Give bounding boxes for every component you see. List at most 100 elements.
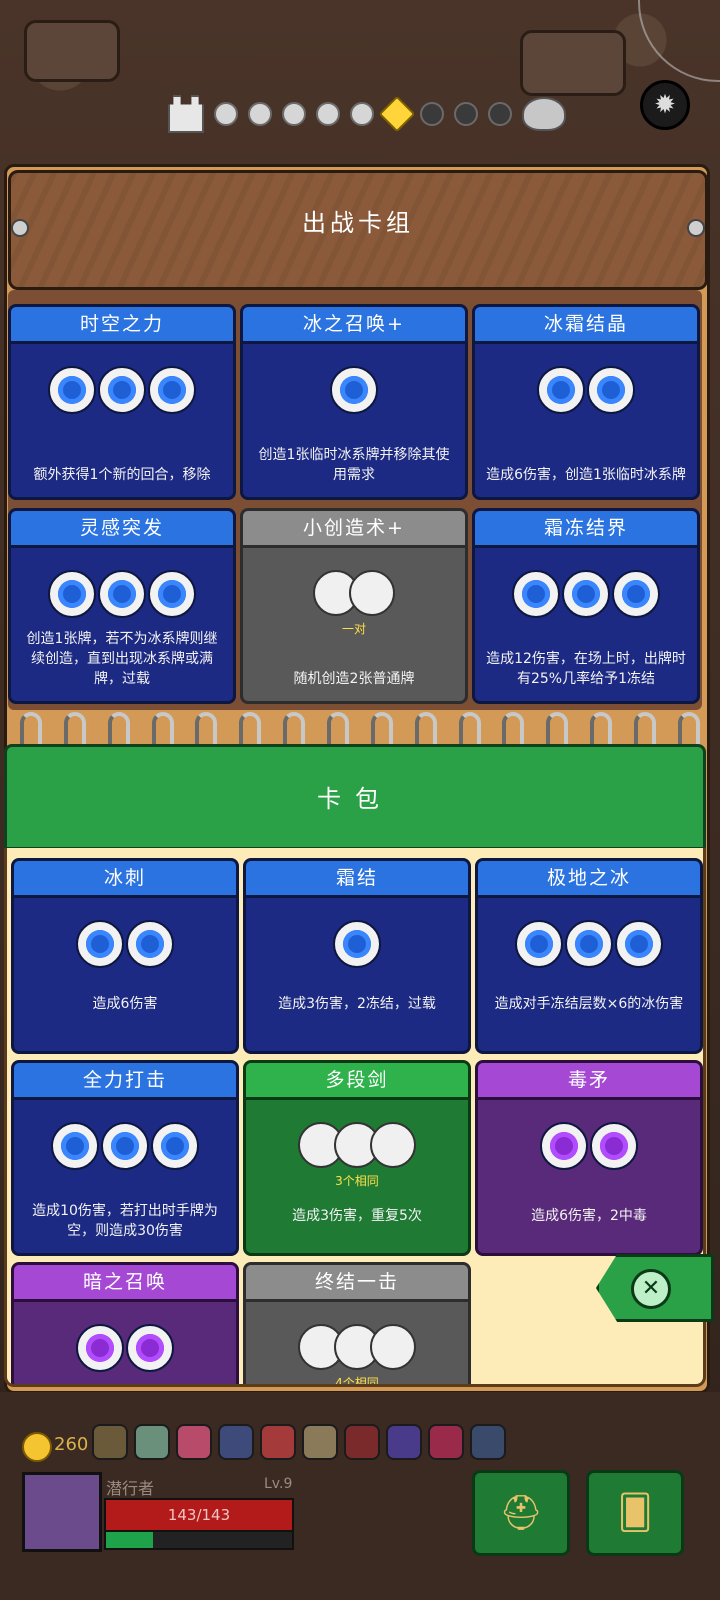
relic-icon[interactable] [470, 1424, 506, 1460]
deck-card[interactable]: 时空之力 额外获得1个新的回合，移除 [8, 304, 236, 500]
ice-orb-icon [537, 366, 585, 414]
card-name: 时空之力 [11, 307, 233, 344]
card-cost [478, 1122, 700, 1170]
equipment-button[interactable]: ⛑ [472, 1470, 570, 1556]
empty-slot-icon [349, 570, 395, 616]
relic-bar [92, 1424, 506, 1460]
deck-button[interactable]: 🂠 [586, 1470, 684, 1556]
player-name: 潜行者 [106, 1479, 155, 1498]
relic-icon[interactable] [260, 1424, 296, 1460]
map-node [316, 102, 340, 126]
card-description: 额外获得1个新的回合，移除 [33, 467, 211, 483]
relic-icon[interactable] [218, 1424, 254, 1460]
pack-card[interactable]: 毒矛 造成6伤害，2中毒 [475, 1060, 703, 1256]
card-description: 造成6伤害 [92, 996, 158, 1012]
ice-orb-icon [48, 570, 96, 618]
boss-icon [522, 97, 566, 131]
card-cost [475, 366, 697, 414]
deck-card[interactable]: 灵感突发 创造1张牌，若不为冰系牌则继续创造，直到出现冰系牌或满牌，过载 [8, 508, 236, 704]
card-cost [246, 920, 468, 968]
deck-card[interactable]: 冰之召唤+ 创造1张临时冰系牌并移除其使用需求 [240, 304, 468, 500]
ice-orb-icon [512, 570, 560, 618]
card-requirement: 一对 [341, 622, 366, 636]
poison-orb-icon [540, 1122, 588, 1170]
card-cost [11, 570, 233, 618]
xp-bar [104, 1530, 294, 1550]
pack-card[interactable]: 多段剑 3个相同 造成3伤害，重复5次 [243, 1060, 471, 1256]
pack-card[interactable]: 霜结 造成3伤害，2冻结，过载 [243, 858, 471, 1054]
deck-header: 出战卡组 [8, 170, 708, 290]
castle-icon [168, 95, 204, 133]
gold-count: 260 [54, 1434, 89, 1455]
card-description: 创造1张牌，若不为冰系牌则继续创造，直到出现冰系牌或满牌，过载 [26, 631, 218, 687]
card-cost [243, 570, 465, 616]
deck-card[interactable]: 冰霜结晶 造成6伤害，创造1张临时冰系牌 [472, 304, 700, 500]
relic-icon[interactable] [92, 1424, 128, 1460]
pack-card-grid: 冰刺 造成6伤害 霜结 造成3伤害，2冻结，过载 极地之冰 造成对手冻结层数×6… [4, 848, 706, 1387]
pack-card[interactable]: 全力打击 造成10伤害，若打出时手牌为空，则造成30伤害 [11, 1060, 239, 1256]
ice-orb-icon [48, 366, 96, 414]
pack-card[interactable]: 暗之召唤 [11, 1262, 239, 1384]
card-description: 造成6伤害，2中毒 [531, 1208, 647, 1224]
pack-header: 卡包 [4, 744, 706, 850]
player-level: Lv.9 [264, 1476, 293, 1492]
card-name: 极地之冰 [478, 861, 700, 898]
relic-icon[interactable] [386, 1424, 422, 1460]
xp-fill [106, 1532, 153, 1548]
map-node [488, 102, 512, 126]
card-cost [14, 920, 236, 968]
ice-orb-icon [515, 920, 563, 968]
map-node [454, 102, 478, 126]
helmet-icon: ⛑ [499, 1493, 543, 1533]
card-name: 霜结 [246, 861, 468, 898]
card-description: 创造1张临时冰系牌并移除其使用需求 [258, 447, 450, 483]
relic-icon[interactable] [428, 1424, 464, 1460]
coin-icon [22, 1432, 52, 1462]
card-name: 霜冻结界 [475, 511, 697, 548]
ice-orb-icon [151, 1122, 199, 1170]
pack-card[interactable]: 极地之冰 造成对手冻结层数×6的冰伤害 [475, 858, 703, 1054]
deck-card[interactable]: 霜冻结界 造成12伤害，在场上时，出牌时有25%几率给予1冻结 [472, 508, 700, 704]
deck-title: 出战卡组 [302, 209, 414, 237]
card-requirement: 3个相同 [335, 1174, 379, 1188]
map-node [282, 102, 306, 126]
empty-slot-icon [370, 1122, 416, 1168]
avatar[interactable] [22, 1472, 102, 1552]
map-node [420, 102, 444, 126]
poison-orb-icon [126, 1324, 174, 1372]
ice-orb-icon [612, 570, 660, 618]
card-name: 冰刺 [14, 861, 236, 898]
deck-card[interactable]: 小创造术+ 一对 随机创造2张普通牌 [240, 508, 468, 704]
map-node [248, 102, 272, 126]
relic-icon[interactable] [134, 1424, 170, 1460]
pack-card[interactable]: 冰刺 造成6伤害 [11, 858, 239, 1054]
card-cost [475, 570, 697, 618]
relic-icon[interactable] [176, 1424, 212, 1460]
pack-card[interactable]: 终结一击 4个相同 [243, 1262, 471, 1384]
card-name: 冰霜结晶 [475, 307, 697, 344]
ice-orb-icon [98, 366, 146, 414]
ice-orb-icon [51, 1122, 99, 1170]
relic-icon[interactable] [302, 1424, 338, 1460]
card-name: 暗之召唤 [14, 1265, 236, 1302]
map-node [214, 102, 238, 126]
card-name: 灵感突发 [11, 511, 233, 548]
card-cost [246, 1324, 468, 1370]
card-description: 随机创造2张普通牌 [293, 671, 415, 687]
card-description: 造成3伤害，2冻结，过载 [278, 996, 436, 1012]
cards-icon: 🂠 [617, 1493, 653, 1533]
empty-slot-icon [370, 1324, 416, 1370]
relic-icon[interactable] [344, 1424, 380, 1460]
close-icon: ✕ [631, 1269, 671, 1309]
close-button[interactable]: ✕ [596, 1254, 714, 1322]
map-node [350, 102, 374, 126]
ice-orb-icon [98, 570, 146, 618]
poison-orb-icon [76, 1324, 124, 1372]
ice-orb-icon [101, 1122, 149, 1170]
card-name: 全力打击 [14, 1063, 236, 1100]
poison-orb-icon [590, 1122, 638, 1170]
card-cost [246, 1122, 468, 1168]
map-progress [168, 95, 566, 133]
nail-icon [11, 219, 29, 237]
ice-orb-icon [330, 366, 378, 414]
